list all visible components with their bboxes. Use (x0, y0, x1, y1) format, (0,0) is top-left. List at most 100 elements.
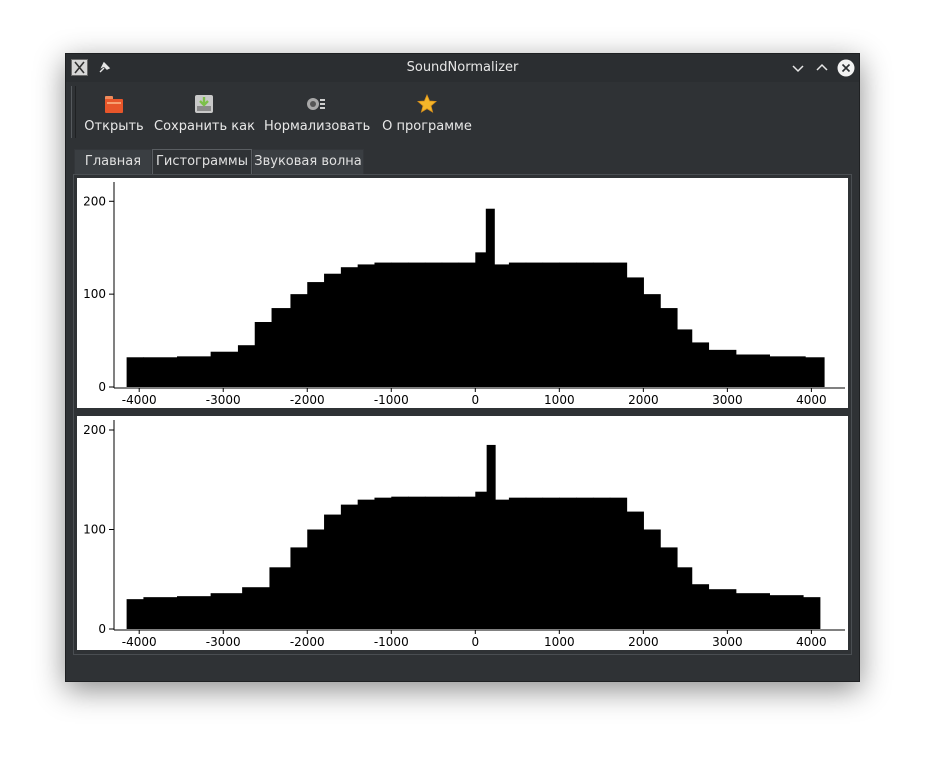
toolbar: Открыть Сохранить как Нормализовать О пр… (66, 82, 859, 140)
x-tick-label: -2000 (290, 635, 325, 649)
histogram-bar-0-34 (735, 354, 770, 387)
star-icon (417, 93, 437, 113)
histogram-bar-1-17 (475, 491, 488, 629)
save-as-label: Сохранить как (154, 119, 255, 134)
y-tick-label: 200 (83, 423, 106, 437)
histogram-bar-1-6 (290, 547, 308, 629)
histogram-bar-1-11 (374, 497, 392, 629)
histogram-plot-bottom: 0 100 200 -4000 -3000 -2000 -1000 0 1000 2000 3000… (77, 416, 848, 650)
x-tick-label: 1000 (544, 635, 575, 649)
histogram-bar-1-34 (769, 595, 804, 629)
histogram-bar-1-10 (357, 499, 376, 629)
histogram-bar-0-19 (485, 208, 495, 387)
save-as-icon (195, 95, 213, 113)
x-tick-label: -2000 (290, 393, 325, 407)
close-icon (837, 59, 855, 77)
y-tick-label: 100 (83, 287, 106, 301)
histogram-bar-0-16 (441, 262, 460, 387)
histogram-bar-0-12 (374, 262, 392, 387)
x-tick-label: -4000 (122, 393, 157, 407)
chevron-down-icon (792, 65, 804, 73)
speaker-icon (307, 98, 325, 110)
histogram-bar-0-14 (408, 262, 426, 387)
histogram-bar-1-32 (708, 589, 737, 629)
histograms-panel: 0 100 200 -4000 -3000 -2000 -1000 0 1000 2000 3000… (73, 174, 852, 655)
histogram-bar-0-1 (143, 357, 178, 387)
y-tick-label: 200 (83, 194, 106, 208)
histogram-bar-0-8 (307, 282, 325, 387)
x-tick-label: -1000 (374, 393, 409, 407)
open-label: Открыть (84, 119, 144, 134)
histogram-bar-0-10 (340, 267, 359, 387)
histogram-bar-1-24 (576, 497, 594, 629)
histogram-bar-1-12 (391, 496, 409, 629)
histogram-bar-0-36 (805, 357, 825, 387)
histogram-bar-1-35 (802, 597, 821, 629)
histogram-bar-0-2 (177, 356, 212, 387)
histogram-bar-0-25 (576, 262, 594, 387)
histogram-bar-1-4 (242, 587, 271, 629)
x-tick-label: -1000 (374, 635, 409, 649)
maximize-button[interactable] (813, 59, 831, 77)
histogram-bar-1-18 (486, 444, 496, 629)
histogram-plot-top: 0 100 200 -4000 -3000 -2000 -1000 0 1000 2000 3000… (77, 178, 848, 408)
tab-waveform[interactable]: Звуковая волна (252, 149, 364, 175)
histogram-bar-0-20 (494, 264, 510, 387)
histogram-chart-top: 0 100 200 -4000 -3000 -2000 -1000 0 1000 2000 3000… (83, 182, 845, 407)
histogram-bar-0-21 (508, 262, 527, 387)
chevron-up-icon (816, 63, 828, 71)
open-button[interactable]: Открыть (82, 88, 146, 138)
minimize-button[interactable] (789, 59, 807, 77)
histogram-bar-0-35 (769, 356, 806, 387)
histogram-chart-bottom: 0 100 200 -4000 -3000 -2000 -1000 0 1000 2000 3000… (83, 420, 845, 649)
histogram-bar-0-32 (691, 342, 710, 387)
histogram-bar-1-9 (340, 504, 359, 629)
y-tick-label: 0 (98, 380, 106, 394)
x-tick-label: -3000 (206, 635, 241, 649)
histogram-bar-1-23 (559, 497, 577, 629)
x-tick-label: 3000 (712, 635, 743, 649)
toolbar-grip[interactable] (71, 86, 76, 138)
histogram-bar-0-29 (643, 294, 661, 387)
normalize-button[interactable]: Нормализовать (264, 88, 371, 138)
histogram-bar-1-28 (643, 529, 661, 629)
close-button[interactable] (837, 59, 855, 77)
histogram-bar-1-13 (408, 496, 426, 629)
histogram-bar-0-5 (254, 322, 273, 387)
window-title: SoundNormalizer (406, 60, 519, 75)
folder-open-icon (105, 96, 123, 113)
tab-main[interactable]: Главная (74, 149, 152, 175)
y-tick-label: 100 (83, 523, 106, 537)
histogram-bar-0-3 (210, 351, 239, 387)
histogram-bar-0-4 (237, 345, 256, 387)
histogram-bar-0-22 (525, 262, 544, 387)
histogram-bar-1-31 (691, 584, 710, 629)
histogram-bar-1-15 (441, 496, 460, 629)
histogram-bar-0-9 (324, 273, 342, 387)
histogram-bar-1-5 (269, 567, 292, 629)
histogram-bar-1-21 (525, 497, 544, 629)
histogram-bar-0-0 (126, 357, 145, 387)
x-tick-label: 2000 (628, 393, 659, 407)
normalize-label: Нормализовать (264, 119, 371, 134)
about-button[interactable]: О программе (382, 88, 472, 138)
x-tick-label: 1000 (544, 393, 575, 407)
save-as-button[interactable]: Сохранить как (154, 88, 255, 138)
histogram-bar-1-22 (542, 497, 560, 629)
title-bar[interactable]: SoundNormalizer (66, 54, 859, 82)
histogram-bar-0-30 (660, 308, 678, 387)
tab-histograms[interactable]: Гистограммы (152, 149, 252, 176)
histogram-bar-1-7 (307, 529, 325, 629)
histogram-bar-1-16 (458, 496, 476, 629)
y-tick-label: 0 (98, 622, 106, 636)
histogram-bar-1-2 (177, 596, 212, 629)
histogram-bar-1-20 (508, 497, 527, 629)
histogram-bar-0-13 (391, 262, 409, 387)
status-bar (66, 660, 859, 682)
histogram-bar-1-27 (626, 511, 644, 629)
x-tick-label: -3000 (206, 393, 241, 407)
x-tick-label: 4000 (796, 393, 827, 407)
about-label: О программе (382, 119, 472, 134)
histogram-bar-0-23 (542, 262, 560, 387)
histogram-bar-0-15 (424, 262, 443, 387)
